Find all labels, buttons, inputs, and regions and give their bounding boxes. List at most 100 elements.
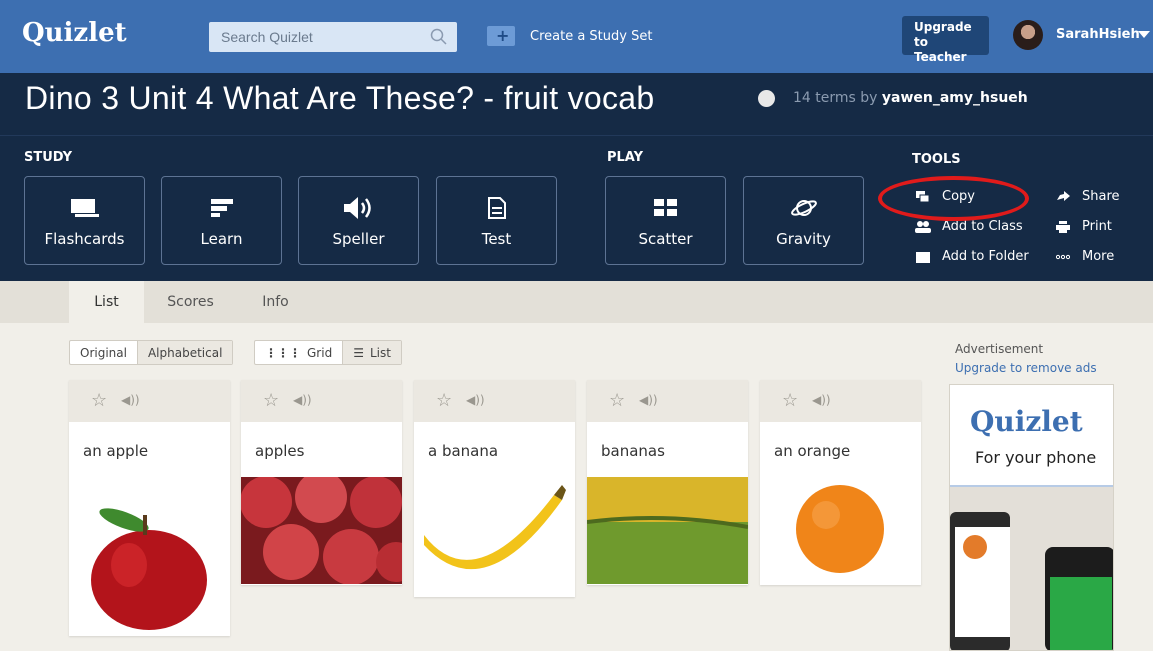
term-card[interactable]: ☆ ◀)) an orange: [760, 380, 921, 585]
card-toolbar: ☆ ◀)): [241, 380, 402, 422]
add-to-folder-tool[interactable]: Add to Folder: [914, 249, 1029, 264]
search-box[interactable]: [209, 22, 457, 52]
audio-icon[interactable]: ◀)): [293, 393, 312, 407]
upgrade-line-1: Upgrade to: [914, 20, 972, 49]
learn-icon: [162, 197, 281, 219]
study-section-label: STUDY: [24, 150, 73, 165]
author-link[interactable]: yawen_amy_hsueh: [882, 90, 1028, 106]
card-term: apples: [255, 442, 305, 460]
scatter-icon: [606, 197, 725, 219]
star-icon[interactable]: ☆: [263, 392, 279, 410]
add-to-folder-label: Add to Folder: [942, 249, 1029, 264]
list-icon: ☰: [353, 345, 364, 360]
planet-icon: [744, 197, 863, 219]
create-study-set-label: Create a Study Set: [530, 28, 653, 44]
scatter-label: Scatter: [638, 230, 693, 248]
ad-phones-image: [950, 487, 1113, 650]
header-divider: [0, 135, 1153, 136]
view-toggle: ⋮⋮⋮ Grid ☰ List: [254, 340, 402, 365]
folder-icon: [914, 251, 932, 263]
apples-image: [241, 477, 402, 584]
upgrade-remove-ads-link[interactable]: Upgrade to remove ads: [955, 361, 1097, 375]
username[interactable]: SarahHsieh: [1056, 27, 1140, 42]
more-dots-icon: [1054, 254, 1072, 260]
audio-icon[interactable]: ◀)): [639, 393, 658, 407]
speller-label: Speller: [332, 230, 385, 248]
card-term: an orange: [774, 442, 851, 460]
printer-icon: [1054, 220, 1072, 233]
star-icon[interactable]: ☆: [436, 392, 452, 410]
copy-highlight-ellipse: [878, 176, 1029, 221]
card-toolbar: ☆ ◀)): [587, 380, 748, 422]
people-icon: [914, 220, 932, 233]
star-icon[interactable]: ☆: [609, 392, 625, 410]
term-count: 14 terms by: [793, 90, 882, 106]
share-arrow-icon: [1054, 190, 1072, 203]
term-card[interactable]: ☆ ◀)) apples: [241, 380, 402, 585]
card-toolbar: ☆ ◀)): [414, 380, 575, 422]
tab-scores[interactable]: Scores: [148, 281, 233, 323]
play-section-label: PLAY: [607, 150, 644, 165]
card-term: a banana: [428, 442, 499, 460]
tab-info[interactable]: Info: [238, 281, 313, 323]
test-button[interactable]: Test: [436, 176, 557, 265]
orange-image: [760, 477, 921, 584]
scatter-button[interactable]: Scatter: [605, 176, 726, 265]
speaker-icon: [299, 197, 418, 219]
gravity-label: Gravity: [776, 230, 831, 248]
add-set-icon: [487, 26, 515, 46]
chevron-down-icon[interactable]: [1138, 31, 1150, 38]
view-list-label: List: [369, 345, 391, 360]
print-label: Print: [1082, 219, 1112, 234]
top-navbar: Quizlet Create a Study Set Upgrade to Te…: [0, 0, 1153, 73]
add-to-class-label: Add to Class: [942, 219, 1023, 234]
create-study-set-link[interactable]: Create a Study Set: [487, 25, 652, 47]
bananas-image: [587, 477, 748, 584]
search-icon[interactable]: [430, 28, 447, 45]
document-icon: [437, 197, 556, 219]
advertisement-label: Advertisement: [955, 342, 1044, 356]
tab-list[interactable]: List: [69, 281, 144, 323]
print-tool[interactable]: Print: [1054, 219, 1112, 234]
card-toolbar: ☆ ◀)): [760, 380, 921, 422]
test-label: Test: [481, 230, 512, 248]
star-icon[interactable]: ☆: [91, 392, 107, 410]
audio-icon[interactable]: ◀)): [121, 393, 140, 407]
upgrade-to-teacher-button[interactable]: Upgrade to Teacher: [902, 16, 989, 64]
term-card[interactable]: ☆ ◀)) a banana: [414, 380, 575, 597]
gravity-button[interactable]: Gravity: [743, 176, 864, 265]
search-input[interactable]: [221, 28, 421, 46]
audio-icon[interactable]: ◀)): [466, 393, 485, 407]
audio-icon[interactable]: ◀)): [812, 393, 831, 407]
add-to-class-tool[interactable]: Add to Class: [914, 219, 1023, 234]
share-label: Share: [1082, 189, 1120, 204]
flashcards-label: Flashcards: [44, 230, 125, 248]
tools-section-label: TOOLS: [912, 152, 961, 167]
flashcards-icon: [25, 197, 144, 219]
term-card[interactable]: ☆ ◀)) bananas: [587, 380, 748, 585]
banana-image: [414, 480, 575, 594]
term-card[interactable]: ☆ ◀)) an apple: [69, 380, 230, 636]
ad-quizlet-logo: Quizlet: [970, 405, 1083, 438]
more-label: More: [1082, 249, 1115, 264]
more-tool[interactable]: More: [1054, 249, 1114, 264]
avatar[interactable]: [1013, 20, 1043, 50]
flashcards-button[interactable]: Flashcards: [24, 176, 145, 265]
view-grid-label: Grid: [307, 345, 333, 360]
speller-button[interactable]: Speller: [298, 176, 419, 265]
card-toolbar: ☆ ◀)): [69, 380, 230, 422]
sort-alphabetical-button[interactable]: Alphabetical: [137, 341, 233, 364]
learn-button[interactable]: Learn: [161, 176, 282, 265]
author-avatar-icon: [758, 90, 775, 107]
upgrade-line-2: Teacher: [914, 50, 967, 64]
view-list-button[interactable]: ☰ List: [343, 341, 401, 364]
card-term: an apple: [83, 442, 149, 460]
apple-image: [69, 500, 230, 630]
sort-toggle: Original Alphabetical: [69, 340, 234, 365]
sort-original-button[interactable]: Original: [70, 341, 138, 364]
share-tool[interactable]: Share: [1054, 189, 1120, 204]
star-icon[interactable]: ☆: [782, 392, 798, 410]
view-grid-button[interactable]: ⋮⋮⋮ Grid: [255, 341, 344, 364]
quizlet-logo[interactable]: Quizlet: [22, 18, 127, 48]
advertisement-banner[interactable]: Quizlet For your phone: [949, 384, 1114, 651]
